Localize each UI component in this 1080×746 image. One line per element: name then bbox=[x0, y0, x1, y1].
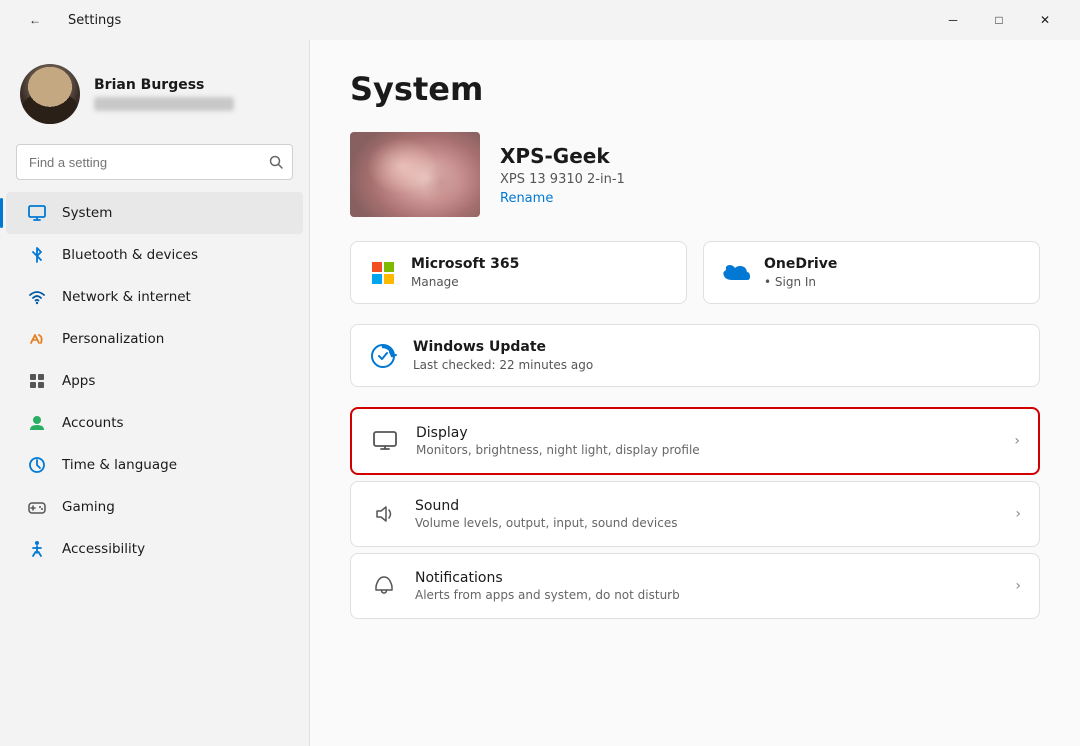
notifications-chevron-icon: › bbox=[1015, 578, 1021, 594]
titlebar-title: Settings bbox=[68, 13, 121, 28]
user-email bbox=[94, 97, 234, 111]
system-rename-link[interactable]: Rename bbox=[500, 191, 625, 206]
sound-icon bbox=[369, 499, 399, 529]
user-name: Brian Burgess bbox=[94, 77, 234, 93]
sidebar-item-label-system: System bbox=[62, 205, 112, 221]
back-button[interactable]: ← bbox=[12, 4, 58, 36]
microsoft365-card[interactable]: Microsoft 365 Manage bbox=[350, 241, 687, 304]
titlebar: ← Settings ─ □ ✕ bbox=[0, 0, 1080, 40]
onedrive-info: OneDrive • Sign In bbox=[764, 256, 837, 289]
gaming-icon bbox=[26, 496, 48, 518]
notifications-icon bbox=[369, 571, 399, 601]
windows-update-card[interactable]: Windows Update Last checked: 22 minutes … bbox=[350, 324, 1040, 387]
display-icon bbox=[370, 426, 400, 456]
accessibility-icon bbox=[26, 538, 48, 560]
sidebar-item-label-apps: Apps bbox=[62, 373, 95, 389]
sidebar-item-label-accessibility: Accessibility bbox=[62, 541, 145, 557]
avatar-image bbox=[20, 64, 80, 124]
close-button[interactable]: ✕ bbox=[1022, 4, 1068, 36]
apps-icon bbox=[26, 370, 48, 392]
settings-item-sound[interactable]: Sound Volume levels, output, input, soun… bbox=[350, 481, 1040, 547]
system-image bbox=[350, 132, 480, 217]
windows-update-info: Windows Update Last checked: 22 minutes … bbox=[413, 339, 593, 372]
system-icon bbox=[26, 202, 48, 224]
display-item-text: Display Monitors, brightness, night ligh… bbox=[416, 425, 998, 457]
sidebar: Brian Burgess bbox=[0, 40, 310, 746]
sound-item-desc: Volume levels, output, input, sound devi… bbox=[415, 516, 999, 530]
bluetooth-icon bbox=[26, 244, 48, 266]
content-area: System XPS-Geek XPS 13 9310 2-in-1 Renam… bbox=[310, 40, 1080, 746]
onedrive-icon bbox=[720, 257, 752, 289]
onedrive-name: OneDrive bbox=[764, 256, 837, 272]
sidebar-item-accounts[interactable]: Accounts bbox=[6, 402, 303, 444]
sidebar-item-accessibility[interactable]: Accessibility bbox=[6, 528, 303, 570]
system-card: XPS-Geek XPS 13 9310 2-in-1 Rename bbox=[350, 132, 1040, 217]
settings-item-notifications[interactable]: Notifications Alerts from apps and syste… bbox=[350, 553, 1040, 619]
microsoft365-name: Microsoft 365 bbox=[411, 256, 519, 272]
search-input[interactable] bbox=[16, 144, 293, 180]
settings-list: Display Monitors, brightness, night ligh… bbox=[350, 407, 1040, 623]
system-name: XPS-Geek bbox=[500, 144, 625, 168]
sidebar-item-personalization[interactable]: Personalization bbox=[6, 318, 303, 360]
sidebar-item-apps[interactable]: Apps bbox=[6, 360, 303, 402]
service-row: Microsoft 365 Manage OneDrive • Sign In bbox=[350, 241, 1040, 304]
titlebar-left: ← Settings bbox=[12, 4, 121, 36]
sidebar-item-label-time: Time & language bbox=[62, 457, 177, 473]
display-chevron-icon: › bbox=[1014, 433, 1020, 449]
system-model: XPS 13 9310 2-in-1 bbox=[500, 172, 625, 187]
sidebar-item-label-network: Network & internet bbox=[62, 289, 191, 305]
windows-update-icon bbox=[367, 340, 399, 372]
windows-update-status: Last checked: 22 minutes ago bbox=[413, 358, 593, 372]
sound-item-text: Sound Volume levels, output, input, soun… bbox=[415, 498, 999, 530]
display-item-desc: Monitors, brightness, night light, displ… bbox=[416, 443, 998, 457]
sidebar-item-label-accounts: Accounts bbox=[62, 415, 124, 431]
sidebar-item-bluetooth[interactable]: Bluetooth & devices bbox=[6, 234, 303, 276]
sound-chevron-icon: › bbox=[1015, 506, 1021, 522]
sidebar-item-label-bluetooth: Bluetooth & devices bbox=[62, 247, 198, 263]
windows-update-name: Windows Update bbox=[413, 339, 593, 355]
accounts-icon bbox=[26, 412, 48, 434]
search-box bbox=[16, 144, 293, 180]
nav-items: System Bluetooth & devices bbox=[0, 192, 309, 730]
sidebar-item-gaming[interactable]: Gaming bbox=[6, 486, 303, 528]
notifications-item-title: Notifications bbox=[415, 570, 999, 586]
notifications-item-text: Notifications Alerts from apps and syste… bbox=[415, 570, 999, 602]
onedrive-action: • Sign In bbox=[764, 275, 837, 289]
sidebar-item-label-gaming: Gaming bbox=[62, 499, 115, 515]
search-icon bbox=[269, 155, 283, 169]
display-item-title: Display bbox=[416, 425, 998, 441]
sidebar-item-network[interactable]: Network & internet bbox=[6, 276, 303, 318]
user-profile: Brian Burgess bbox=[0, 56, 309, 144]
microsoft365-action: Manage bbox=[411, 275, 519, 289]
sidebar-item-label-personalization: Personalization bbox=[62, 331, 164, 347]
network-icon bbox=[26, 286, 48, 308]
personalization-icon bbox=[26, 328, 48, 350]
time-icon bbox=[26, 454, 48, 476]
app-body: Brian Burgess bbox=[0, 40, 1080, 746]
user-info: Brian Burgess bbox=[94, 77, 234, 111]
settings-item-display[interactable]: Display Monitors, brightness, night ligh… bbox=[350, 407, 1040, 475]
notifications-item-desc: Alerts from apps and system, do not dist… bbox=[415, 588, 999, 602]
minimize-button[interactable]: ─ bbox=[930, 4, 976, 36]
sidebar-item-time[interactable]: Time & language bbox=[6, 444, 303, 486]
page-title: System bbox=[350, 70, 1040, 108]
onedrive-card[interactable]: OneDrive • Sign In bbox=[703, 241, 1040, 304]
system-info: XPS-Geek XPS 13 9310 2-in-1 Rename bbox=[500, 144, 625, 206]
microsoft365-info: Microsoft 365 Manage bbox=[411, 256, 519, 289]
avatar bbox=[20, 64, 80, 124]
titlebar-controls: ─ □ ✕ bbox=[930, 4, 1068, 36]
microsoft365-icon bbox=[367, 257, 399, 289]
maximize-button[interactable]: □ bbox=[976, 4, 1022, 36]
system-image-visual bbox=[350, 132, 480, 217]
sound-item-title: Sound bbox=[415, 498, 999, 514]
sidebar-item-system[interactable]: System bbox=[6, 192, 303, 234]
